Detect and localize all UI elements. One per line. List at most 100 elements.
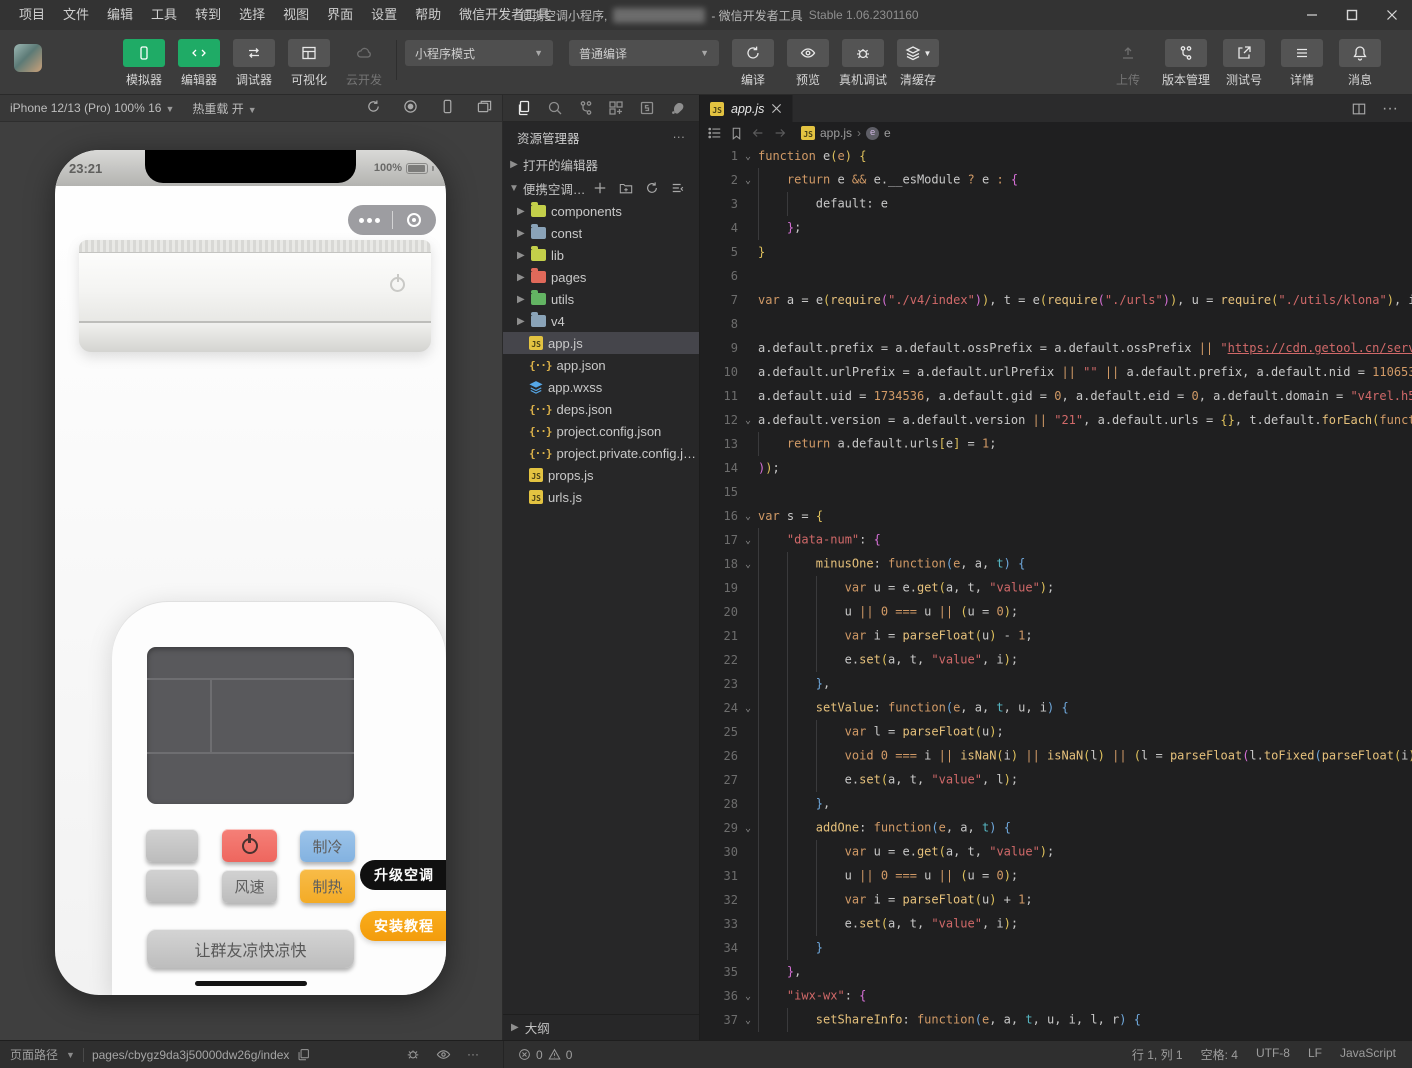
more-icon[interactable]: ··· [467, 1047, 479, 1062]
code-line-31[interactable]: 31 u || 0 === u || (u = 0); [700, 864, 1412, 888]
hand-icon[interactable] [670, 100, 686, 116]
search-icon[interactable] [547, 100, 563, 116]
tree-file-project.config.json[interactable]: {··}project.config.json [503, 420, 699, 442]
menu-3[interactable]: 编辑 [98, 0, 142, 30]
remote-blank-button-2[interactable] [146, 869, 198, 902]
code-line-16[interactable]: 16⌄var s = { [700, 504, 1412, 528]
code-line-7[interactable]: 7var a = e(require("./v4/index")), t = e… [700, 288, 1412, 312]
preview-button[interactable]: 预览 [784, 39, 832, 88]
close-button[interactable] [1372, 0, 1412, 30]
menu-9[interactable]: 设置 [362, 0, 406, 30]
code-line-18[interactable]: 18⌄ minusOne: function(e, a, t) { [700, 552, 1412, 576]
eol-setting[interactable]: LF [1308, 1046, 1322, 1063]
code-line-34[interactable]: 34 } [700, 936, 1412, 960]
device-frame-icon[interactable] [440, 99, 455, 117]
new-folder-icon[interactable] [619, 181, 633, 195]
fold-chevron-icon[interactable]: ⌄ [738, 151, 758, 162]
code-line-37[interactable]: 37⌄ setShareInfo: function(e, a, t, u, i… [700, 1008, 1412, 1032]
fold-chevron-icon[interactable]: ⌄ [738, 703, 758, 714]
menu-8[interactable]: 界面 [318, 0, 362, 30]
refresh-icon[interactable] [645, 181, 659, 195]
tree-file-app.js[interactable]: JSapp.js [503, 332, 699, 354]
remote-fan-button[interactable]: 风速 [222, 870, 277, 903]
code-area[interactable]: 1⌄function e(e) {2⌄ return e && e.__esMo… [700, 144, 1412, 1040]
problems-indicator[interactable]: 0 0 [503, 1041, 572, 1068]
exit-icon[interactable] [393, 213, 437, 227]
code-line-20[interactable]: 20 u || 0 === u || (u = 0); [700, 600, 1412, 624]
menu-6[interactable]: 选择 [230, 0, 274, 30]
code-line-2[interactable]: 2⌄ return e && e.__esModule ? e : { [700, 168, 1412, 192]
outline-section[interactable]: ▶ 大纲 [503, 1014, 699, 1040]
remote-power-button[interactable] [222, 829, 277, 862]
upgrade-ac-pill[interactable]: 升级空调 [360, 860, 446, 890]
code-line-1[interactable]: 1⌄function e(e) { [700, 144, 1412, 168]
hot-reload-toggle[interactable]: 热重载 开▼ [192, 100, 256, 117]
fold-chevron-icon[interactable]: ⌄ [738, 175, 758, 186]
fold-chevron-icon[interactable]: ⌄ [738, 415, 758, 426]
code-line-26[interactable]: 26 void 0 === i || isNaN(i) || isNaN(l) … [700, 744, 1412, 768]
menu-4[interactable]: 工具 [142, 0, 186, 30]
code-line-21[interactable]: 21 var i = parseFloat(u) - 1; [700, 624, 1412, 648]
close-icon[interactable] [771, 103, 782, 114]
code-line-24[interactable]: 24⌄ setValue: function(e, a, t, u, i) { [700, 696, 1412, 720]
debug-icon[interactable] [406, 1047, 420, 1062]
cursor-position[interactable]: 行 1, 列 1 [1132, 1046, 1183, 1063]
more-icon[interactable]: ··· [673, 130, 686, 144]
page-path-label[interactable]: 页面路径 [10, 1046, 58, 1063]
tree-folder-const[interactable]: ▶const [503, 222, 699, 244]
multi-window-icon[interactable] [477, 99, 492, 117]
code-line-19[interactable]: 19 var u = e.get(a, t, "value"); [700, 576, 1412, 600]
code-line-4[interactable]: 4 }; [700, 216, 1412, 240]
remote-cool-button[interactable]: 制冷 [300, 830, 355, 862]
tree-file-props.js[interactable]: JSprops.js [503, 464, 699, 486]
copy-icon[interactable] [297, 1048, 310, 1061]
breadcrumb-symbol[interactable]: e [884, 126, 891, 140]
code-line-33[interactable]: 33 e.set(a, t, "value", i); [700, 912, 1412, 936]
new-file-icon[interactable] [593, 181, 607, 195]
code-line-28[interactable]: 28 }, [700, 792, 1412, 816]
remote-share-button[interactable]: 让群友凉快凉快 [147, 929, 354, 968]
user-avatar[interactable] [14, 44, 42, 72]
minimize-button[interactable] [1292, 0, 1332, 30]
tree-folder-components[interactable]: ▶components [503, 200, 699, 222]
code-line-25[interactable]: 25 var l = parseFloat(u); [700, 720, 1412, 744]
fold-chevron-icon[interactable]: ⌄ [738, 991, 758, 1002]
code-line-14[interactable]: 14)); [700, 456, 1412, 480]
git-icon[interactable] [578, 100, 594, 116]
tree-file-app.wxss[interactable]: app.wxss [503, 376, 699, 398]
fold-chevron-icon[interactable]: ⌄ [738, 511, 758, 522]
menu-10[interactable]: 帮助 [406, 0, 450, 30]
split-editor-icon[interactable] [1352, 102, 1366, 116]
plugin-icon[interactable] [639, 100, 655, 116]
project-root-row[interactable]: ▼ 便携空调小... [503, 176, 699, 200]
code-line-8[interactable]: 8 [700, 312, 1412, 336]
editor-mode-button[interactable]: 编辑器 [175, 39, 223, 88]
collapse-all-icon[interactable] [671, 181, 685, 195]
back-arrow-icon[interactable] [751, 126, 765, 140]
simulator-button[interactable]: 模拟器 [120, 39, 168, 88]
code-line-15[interactable]: 15 [700, 480, 1412, 504]
tree-file-app.json[interactable]: {··}app.json [503, 354, 699, 376]
compile-button[interactable]: 编译 [729, 39, 777, 88]
encoding-setting[interactable]: UTF-8 [1256, 1046, 1290, 1063]
code-line-5[interactable]: 5} [700, 240, 1412, 264]
code-line-17[interactable]: 17⌄ "data-num": { [700, 528, 1412, 552]
breadcrumb-file[interactable]: app.js [820, 126, 852, 140]
test-account-button[interactable]: 测试号 [1220, 39, 1268, 88]
details-button[interactable]: 详情 [1278, 39, 1326, 88]
code-line-35[interactable]: 35 }, [700, 960, 1412, 984]
device-debug-button[interactable]: 真机调试 [839, 39, 887, 88]
code-line-3[interactable]: 3 default: e [700, 192, 1412, 216]
forward-arrow-icon[interactable] [773, 126, 787, 140]
clear-cache-button[interactable]: ▼清缓存 [894, 39, 942, 88]
fold-chevron-icon[interactable]: ⌄ [738, 1015, 758, 1026]
menu-1[interactable]: 项目 [10, 0, 54, 30]
code-line-36[interactable]: 36⌄ "iwx-wx": { [700, 984, 1412, 1008]
more-icon[interactable]: ··· [1382, 100, 1398, 118]
code-line-23[interactable]: 23 }, [700, 672, 1412, 696]
outline-list-icon[interactable] [708, 126, 722, 140]
menu-2[interactable]: 文件 [54, 0, 98, 30]
code-line-29[interactable]: 29⌄ addOne: function(e, a, t) { [700, 816, 1412, 840]
fold-chevron-icon[interactable]: ⌄ [738, 559, 758, 570]
record-icon[interactable] [403, 99, 418, 117]
